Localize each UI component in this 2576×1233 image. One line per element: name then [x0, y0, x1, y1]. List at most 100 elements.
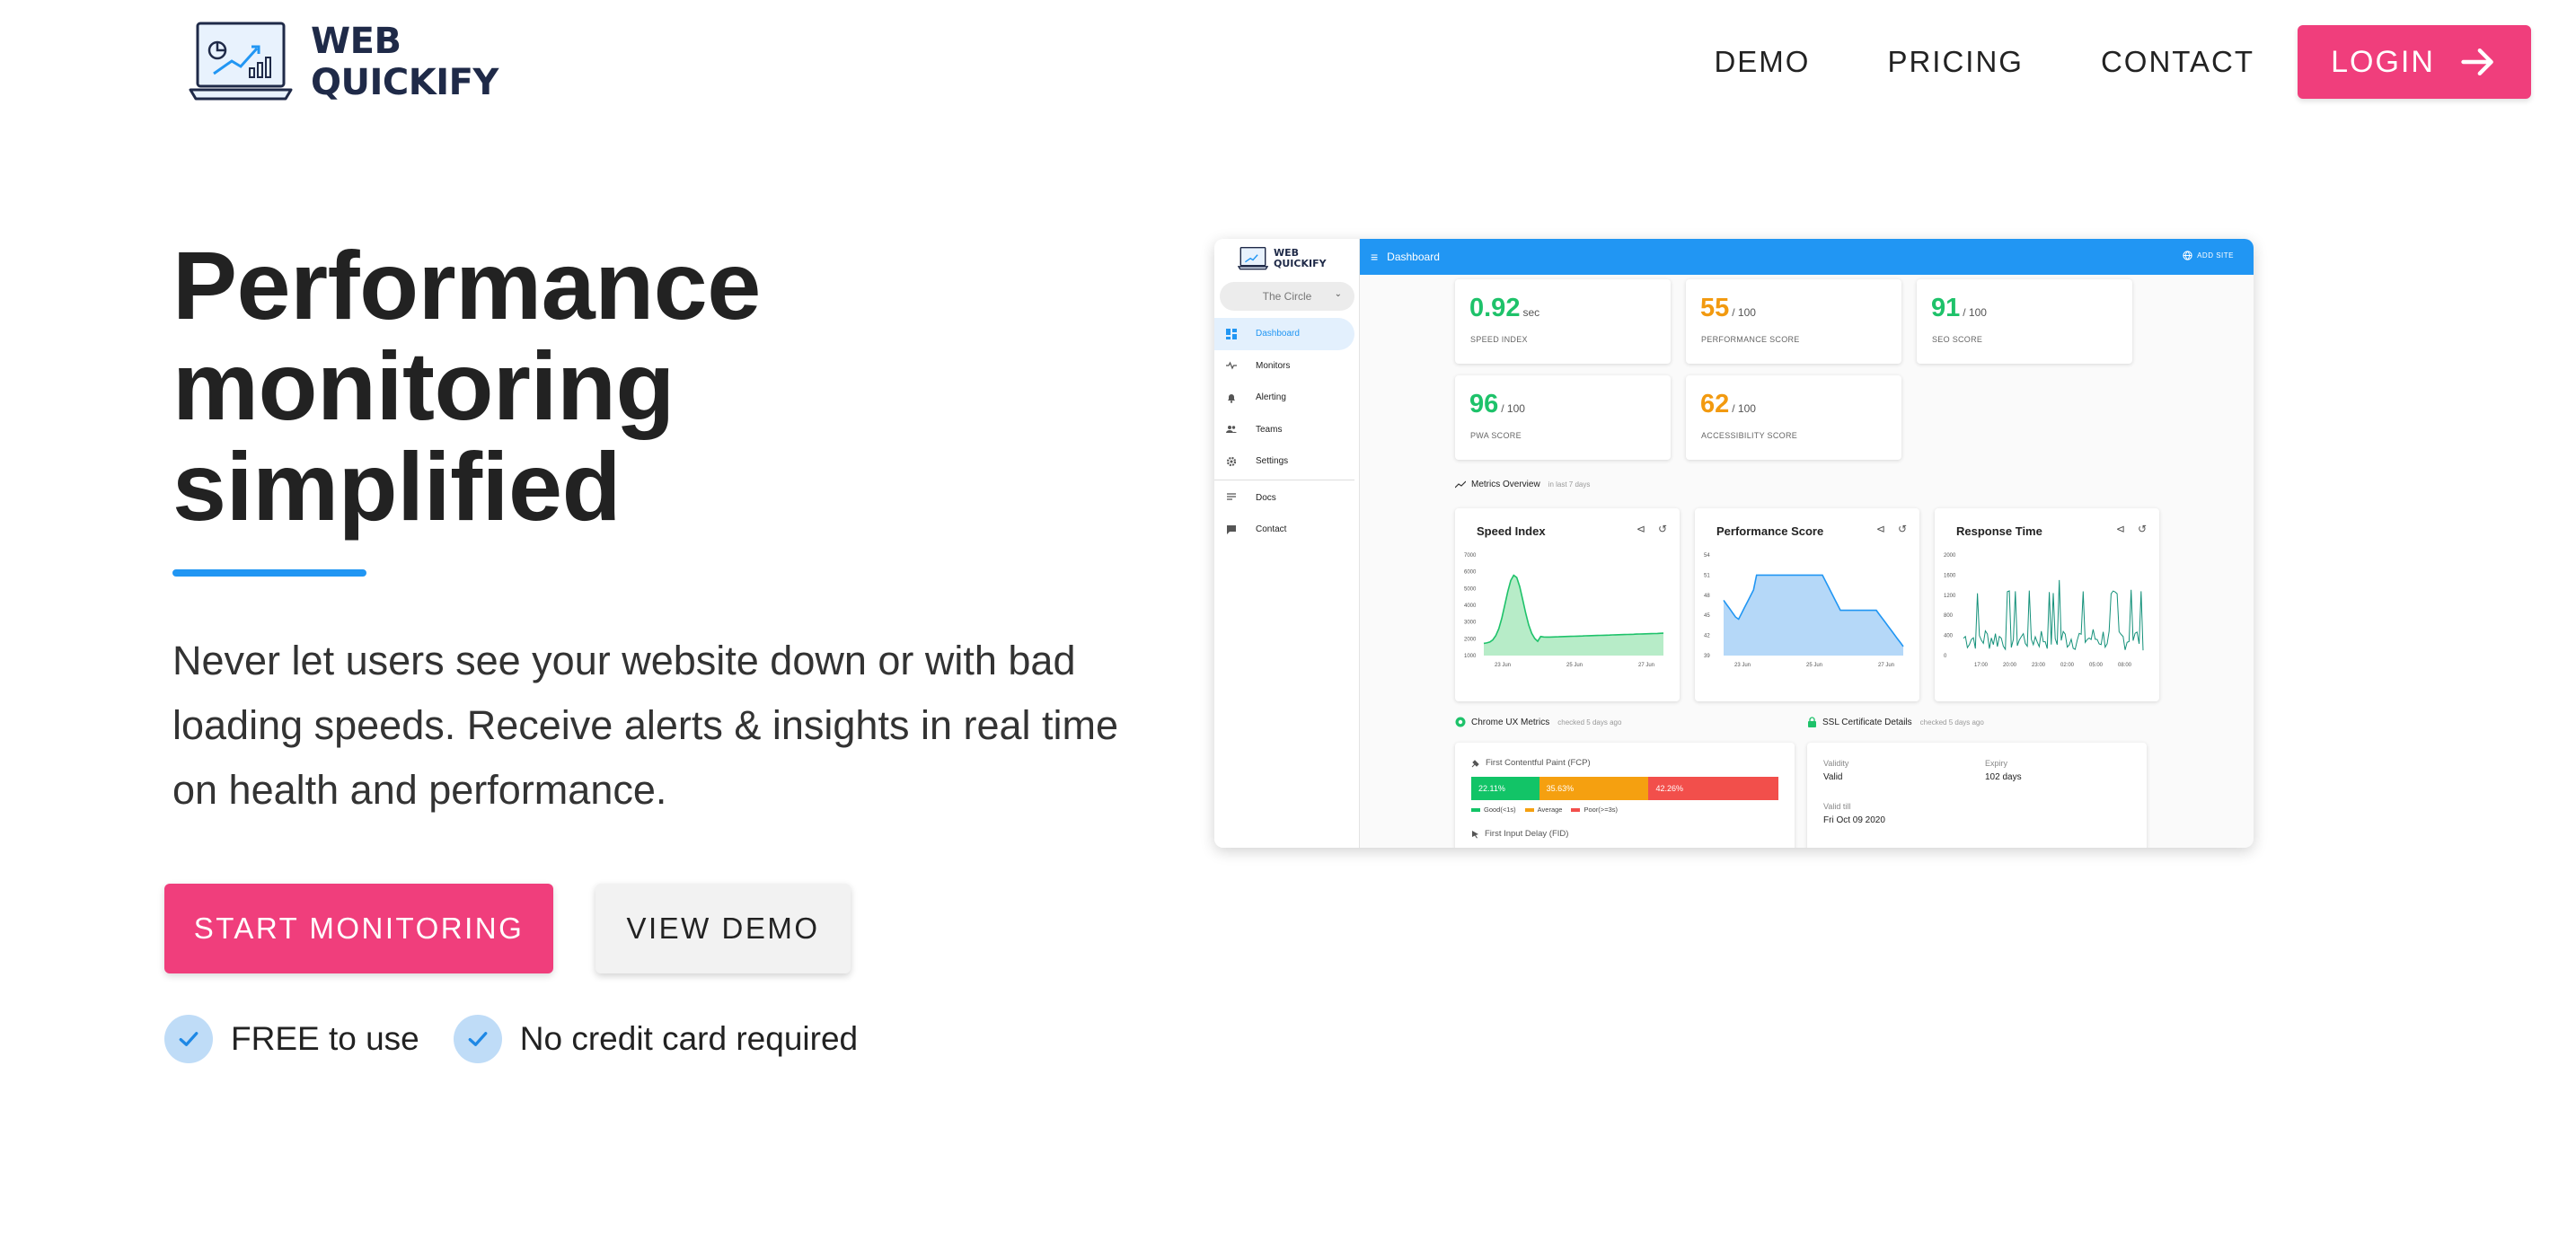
cursor-icon: [1472, 830, 1478, 838]
score-value: 62/ 100: [1700, 390, 1756, 418]
history-icon[interactable]: ↺: [1898, 523, 1907, 535]
y-tick-label: 1600: [1944, 573, 1956, 578]
top-navbar: WEB QUICKIFY DEMO PRICING CONTACT LOGIN: [0, 0, 2576, 126]
x-tick-label: 08:00: [2118, 663, 2132, 668]
legend-good: Good(<1s): [1471, 806, 1516, 814]
history-icon[interactable]: ↺: [2138, 523, 2147, 535]
ssl-valid-till-label: Valid till: [1823, 802, 1851, 811]
menu-icon[interactable]: ≡: [1371, 250, 1378, 264]
y-tick-label: 48: [1704, 594, 1710, 599]
document-lines-icon: [1225, 491, 1238, 504]
bell-icon: [1225, 392, 1238, 404]
dashboard-icon: [1225, 328, 1238, 340]
history-icon[interactable]: ↺: [1658, 523, 1667, 535]
hero-title-line3: simplified: [172, 432, 622, 541]
sidebar-item-label: Teams: [1256, 424, 1283, 435]
sidebar-item-contact[interactable]: Contact: [1214, 514, 1360, 546]
score-card-speed-index: 0.92 sec SPEED INDEX: [1455, 279, 1671, 364]
nav-link-pricing[interactable]: PRICING: [1887, 45, 2024, 79]
nav-links: DEMO PRICING CONTACT LOGIN: [1714, 25, 2531, 99]
add-site-button[interactable]: ADD SITE: [2183, 251, 2234, 260]
y-tick-label: 3000: [1464, 621, 1477, 626]
performance-score-chart: 54 51 48 45 42 39 23 Jun 25 Jun 27 Jun: [1704, 553, 1904, 668]
fid-label: First Input Delay (FID): [1485, 829, 1569, 839]
y-tick-label: 2000: [1944, 553, 1956, 559]
sidebar-item-monitors[interactable]: Monitors: [1214, 350, 1360, 383]
preview-sidebar: WEB QUICKIFY The Circle ⌄ Dashboard Moni…: [1214, 239, 1360, 848]
fcp-heading: First Contentful Paint (FCP): [1471, 758, 1591, 768]
y-tick-label: 2000: [1464, 637, 1477, 642]
chevron-down-icon: ⌄: [1334, 289, 1342, 299]
sidebar-item-dashboard[interactable]: Dashboard: [1214, 318, 1354, 350]
nav-link-contact[interactable]: CONTACT: [2101, 45, 2254, 79]
hero-title-line2: monitoring: [172, 331, 675, 440]
legend-poor: Poor(>=3s): [1571, 806, 1618, 814]
sidebar-item-label: Contact: [1256, 524, 1287, 535]
brand-logo[interactable]: WEB QUICKIFY: [189, 18, 498, 106]
laptop-chart-icon: [189, 22, 293, 101]
chart-card-performance-score: Performance Score ⊲ ↺ 54 51 48 45 42 39 23 Jun 2…: [1695, 508, 1919, 701]
metrics-overview-heading: Metrics Overview in last 7 days: [1455, 480, 1590, 489]
dashboard-preview: WEB QUICKIFY The Circle ⌄ Dashboard Moni…: [1214, 239, 2254, 848]
nav-link-demo[interactable]: DEMO: [1714, 45, 1810, 79]
login-button[interactable]: LOGIN: [2298, 25, 2531, 99]
y-tick-label: 51: [1704, 573, 1710, 578]
ssl-expiry-value: 102 days: [1985, 772, 2022, 782]
fcp-segment-2: 42.26%: [1648, 777, 1778, 800]
hero-title-line1: Performance: [172, 231, 761, 339]
y-tick-label: 0: [1944, 654, 1947, 659]
sidebar-item-label: Monitors: [1256, 360, 1291, 371]
score-label: ACCESSIBILITY SCORE: [1701, 431, 1798, 440]
x-tick-label: 05:00: [2089, 663, 2104, 668]
chart-actions: ⊲ ↺: [1636, 523, 1667, 535]
preview-brand-line2: QUICKIFY: [1274, 258, 1327, 269]
metrics-overview-subtitle: in last 7 days: [1548, 480, 1591, 489]
site-select[interactable]: The Circle ⌄: [1220, 282, 1354, 311]
trend-icon: [1455, 480, 1466, 488]
feature-checks: FREE to use No credit card required: [164, 1015, 892, 1063]
view-demo-button[interactable]: VIEW DEMO: [595, 884, 851, 973]
score-label: PWA SCORE: [1470, 431, 1522, 440]
preview-topbar: ≡ Dashboard ADD SITE: [1360, 239, 2254, 275]
hero-title: Performance monitoring simplified: [172, 235, 1160, 537]
fcp-label: First Contentful Paint (FCP): [1486, 758, 1591, 768]
fcp-distribution-bar: 22.11% 35.63% 42.26%: [1471, 777, 1778, 800]
checkmark-icon: [164, 1015, 213, 1063]
y-tick-label: 5000: [1464, 586, 1477, 592]
fcp-legend: Good(<1s) Average Poor(>=3s): [1471, 806, 1618, 814]
gear-icon: [1225, 455, 1238, 468]
chrome-ux-heading: Chrome UX Metrics checked 5 days ago: [1455, 717, 1621, 727]
add-site-label: ADD SITE: [2197, 251, 2234, 260]
sidebar-item-settings[interactable]: Settings: [1214, 445, 1360, 478]
share-icon[interactable]: ⊲: [1876, 523, 1885, 535]
sidebar-item-docs[interactable]: Docs: [1214, 482, 1360, 515]
check-item-no-card: No credit card required: [453, 1015, 859, 1063]
preview-brand-name: WEB QUICKIFY: [1274, 248, 1327, 269]
x-tick-label: 27 Jun: [1878, 663, 1894, 668]
sidebar-item-alerting[interactable]: Alerting: [1214, 382, 1360, 414]
legend-average: Average: [1524, 806, 1562, 814]
y-tick-label: 42: [1704, 634, 1710, 639]
share-icon[interactable]: ⊲: [1636, 523, 1645, 535]
chart-title: Speed Index: [1477, 524, 1546, 538]
ssl-title: SSL Certificate Details: [1822, 717, 1912, 727]
people-icon: [1225, 423, 1238, 436]
score-label: SEO SCORE: [1932, 335, 1983, 344]
arrow-right-icon: [2461, 48, 2493, 76]
start-monitoring-button[interactable]: START MONITORING: [164, 884, 553, 973]
score-value: 0.92 sec: [1469, 294, 1540, 322]
check-label-no-card: No credit card required: [519, 1020, 859, 1057]
share-icon[interactable]: ⊲: [2116, 523, 2125, 535]
chart-card-speed-index: Speed Index ⊲ ↺ 7000 6000 5000 4000 3000 2000 1…: [1455, 508, 1680, 701]
y-tick-label: 6000: [1464, 570, 1477, 576]
score-card-seo: 91/ 100 SEO SCORE: [1917, 279, 2132, 364]
brand-name-line1: WEB: [311, 21, 401, 62]
sidebar-item-teams[interactable]: Teams: [1214, 414, 1360, 446]
hero-description: Never let users see your website down or…: [172, 638, 1119, 813]
x-tick-label: 27 Jun: [1638, 663, 1654, 668]
ssl-valid-till-value: Fri Oct 09 2020: [1823, 815, 1885, 825]
sidebar-item-label: Docs: [1256, 492, 1276, 503]
chrome-ux-title: Chrome UX Metrics: [1471, 717, 1550, 727]
x-tick-label: 25 Jun: [1566, 663, 1583, 668]
x-tick-label: 23 Jun: [1495, 663, 1511, 668]
